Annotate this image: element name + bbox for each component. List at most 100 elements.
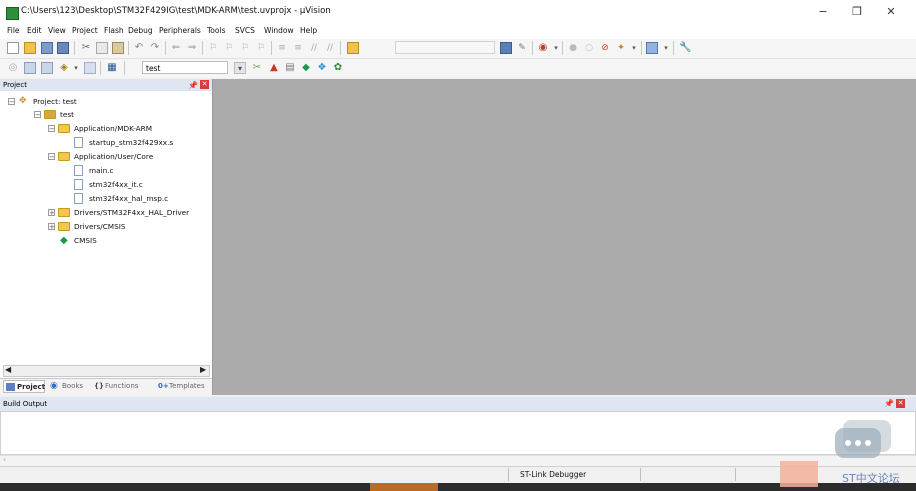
target-dropdown-arrow-icon[interactable]: ▾ (234, 62, 246, 74)
save-icon[interactable] (41, 42, 53, 54)
collapse-icon[interactable]: − (34, 111, 41, 119)
expand-icon[interactable]: + (48, 209, 55, 217)
file-extensions-icon[interactable]: ▤ (284, 62, 296, 74)
incremental-find-icon[interactable]: ✎ (516, 42, 528, 54)
find-icon[interactable] (500, 42, 512, 54)
breakpoint-icon[interactable]: ● (567, 42, 579, 54)
unindent-icon[interactable]: ≡ (292, 42, 304, 54)
status-divider (735, 468, 736, 481)
menu-debug[interactable]: Debug (128, 26, 153, 35)
build-output-close-button[interactable]: ✕ (896, 399, 905, 408)
collapse-icon[interactable]: − (48, 153, 55, 161)
tree-item-label: main.c (89, 166, 114, 175)
build-icon[interactable] (24, 62, 36, 74)
taskbar-active-item (370, 483, 438, 491)
select-packs-icon[interactable]: ❖ (316, 62, 328, 74)
file-icon (74, 193, 83, 204)
comment-icon[interactable]: // (308, 42, 320, 54)
debug-session-icon[interactable]: ◉ (537, 42, 549, 54)
folder-icon (58, 222, 70, 231)
taskbar-strip (0, 483, 916, 491)
menu-help[interactable]: Help (300, 26, 317, 35)
menu-window[interactable]: Window (264, 26, 294, 35)
close-button[interactable]: ✕ (876, 3, 906, 21)
new-file-icon[interactable] (7, 42, 19, 54)
menu-svcs[interactable]: SVCS (235, 26, 255, 35)
project-pane-close-button[interactable]: ✕ (200, 80, 209, 89)
options-for-target-icon[interactable]: ✂ (251, 62, 263, 74)
tree-item-label: Application/MDK-ARM (74, 124, 152, 133)
batch-build-icon[interactable]: ◈ (58, 62, 70, 74)
open-file-icon[interactable] (24, 42, 36, 54)
paste-icon[interactable] (112, 42, 124, 54)
chat-bubble-icon (835, 420, 891, 458)
translate-icon[interactable]: ◎ (7, 62, 19, 74)
expand-icon[interactable]: + (48, 223, 55, 231)
batch-build-dropdown-icon[interactable]: ▾ (70, 62, 82, 74)
tab-label: Functions (105, 382, 139, 390)
collapse-icon[interactable]: − (8, 98, 15, 106)
collapse-icon[interactable]: − (48, 125, 55, 133)
target-select[interactable]: test (142, 61, 228, 74)
scroll-left-icon[interactable]: ‹ (3, 455, 6, 464)
save-all-icon[interactable] (57, 42, 69, 54)
rebuild-icon[interactable] (41, 62, 53, 74)
tree-item-label: CMSIS (74, 236, 97, 245)
configure-icon[interactable]: ✦ (615, 42, 627, 54)
toolbar-separator (100, 61, 101, 75)
cut-icon[interactable]: ✂ (80, 42, 92, 54)
indent-icon[interactable]: ≡ (276, 42, 288, 54)
scroll-right-icon[interactable]: ▶ (200, 365, 206, 374)
scroll-left-icon[interactable]: ◀ (5, 365, 11, 374)
redo-icon[interactable]: ↷ (149, 42, 161, 54)
menu-flash[interactable]: Flash (104, 26, 124, 35)
undo-icon[interactable]: ↶ (133, 42, 145, 54)
menu-view[interactable]: View (48, 26, 66, 35)
bookmark-icon[interactable]: ⚐ (207, 42, 219, 54)
pin-icon[interactable]: 📌 (884, 397, 894, 411)
project-horizontal-scrollbar[interactable]: ◀ ▶ (3, 365, 210, 377)
file-icon (74, 165, 83, 176)
toolbar-separator (271, 41, 272, 55)
download-icon[interactable]: ▦ (106, 62, 118, 74)
project-pane-header: Project 📌 ✕ (0, 79, 212, 91)
kill-breakpoints-icon[interactable]: ⊘ (599, 42, 611, 54)
configure-dropdown-icon[interactable]: ▾ (628, 42, 640, 54)
maximize-button[interactable]: ❐ (842, 3, 872, 21)
menu-tools[interactable]: Tools (207, 26, 225, 35)
stop-build-icon[interactable] (84, 62, 96, 74)
wrench-icon[interactable]: 🔧 (679, 42, 691, 54)
find-in-files-icon[interactable] (347, 42, 359, 54)
menu-edit[interactable]: Edit (27, 26, 42, 35)
navigate-forward-icon[interactable]: ⇒ (186, 42, 198, 54)
pack-installer-icon[interactable]: ◆ (300, 62, 312, 74)
navigate-back-icon[interactable]: ⇐ (170, 42, 182, 54)
window-title: C:\Users\123\Desktop\STM32F429IG\test\MD… (21, 6, 331, 16)
window-layout-icon[interactable] (646, 42, 658, 54)
minimize-button[interactable]: − (808, 3, 838, 21)
uncomment-icon[interactable]: // (324, 42, 336, 54)
run-time-environment-icon[interactable]: ✿ (332, 62, 344, 74)
functions-icon: {} (94, 382, 104, 390)
manage-components-icon[interactable]: ▲ (268, 62, 280, 74)
tab-project[interactable]: Project (3, 380, 45, 393)
menu-peripherals[interactable]: Peripherals (159, 26, 201, 35)
disable-breakpoint-icon[interactable]: ○ (583, 42, 595, 54)
menu-project[interactable]: Project (72, 26, 98, 35)
editor-area[interactable] (213, 79, 916, 395)
tab-label: Books (62, 382, 84, 390)
menu-file[interactable]: File (7, 26, 20, 35)
debug-dropdown-icon[interactable]: ▾ (550, 42, 562, 54)
status-divider (508, 468, 509, 481)
clear-bookmarks-icon[interactable]: ⚐ (255, 42, 267, 54)
build-output-panel[interactable] (0, 411, 916, 455)
pin-icon[interactable]: 📌 (188, 80, 198, 92)
prev-bookmark-icon[interactable]: ⚐ (223, 42, 235, 54)
window-layout-dropdown-icon[interactable]: ▾ (660, 42, 672, 54)
toolbar-separator (74, 41, 75, 55)
find-combo-box[interactable] (395, 41, 495, 54)
tree-item-label: test (60, 110, 75, 119)
copy-icon[interactable] (96, 42, 108, 54)
next-bookmark-icon[interactable]: ⚐ (239, 42, 251, 54)
toolbar-separator (202, 41, 203, 55)
